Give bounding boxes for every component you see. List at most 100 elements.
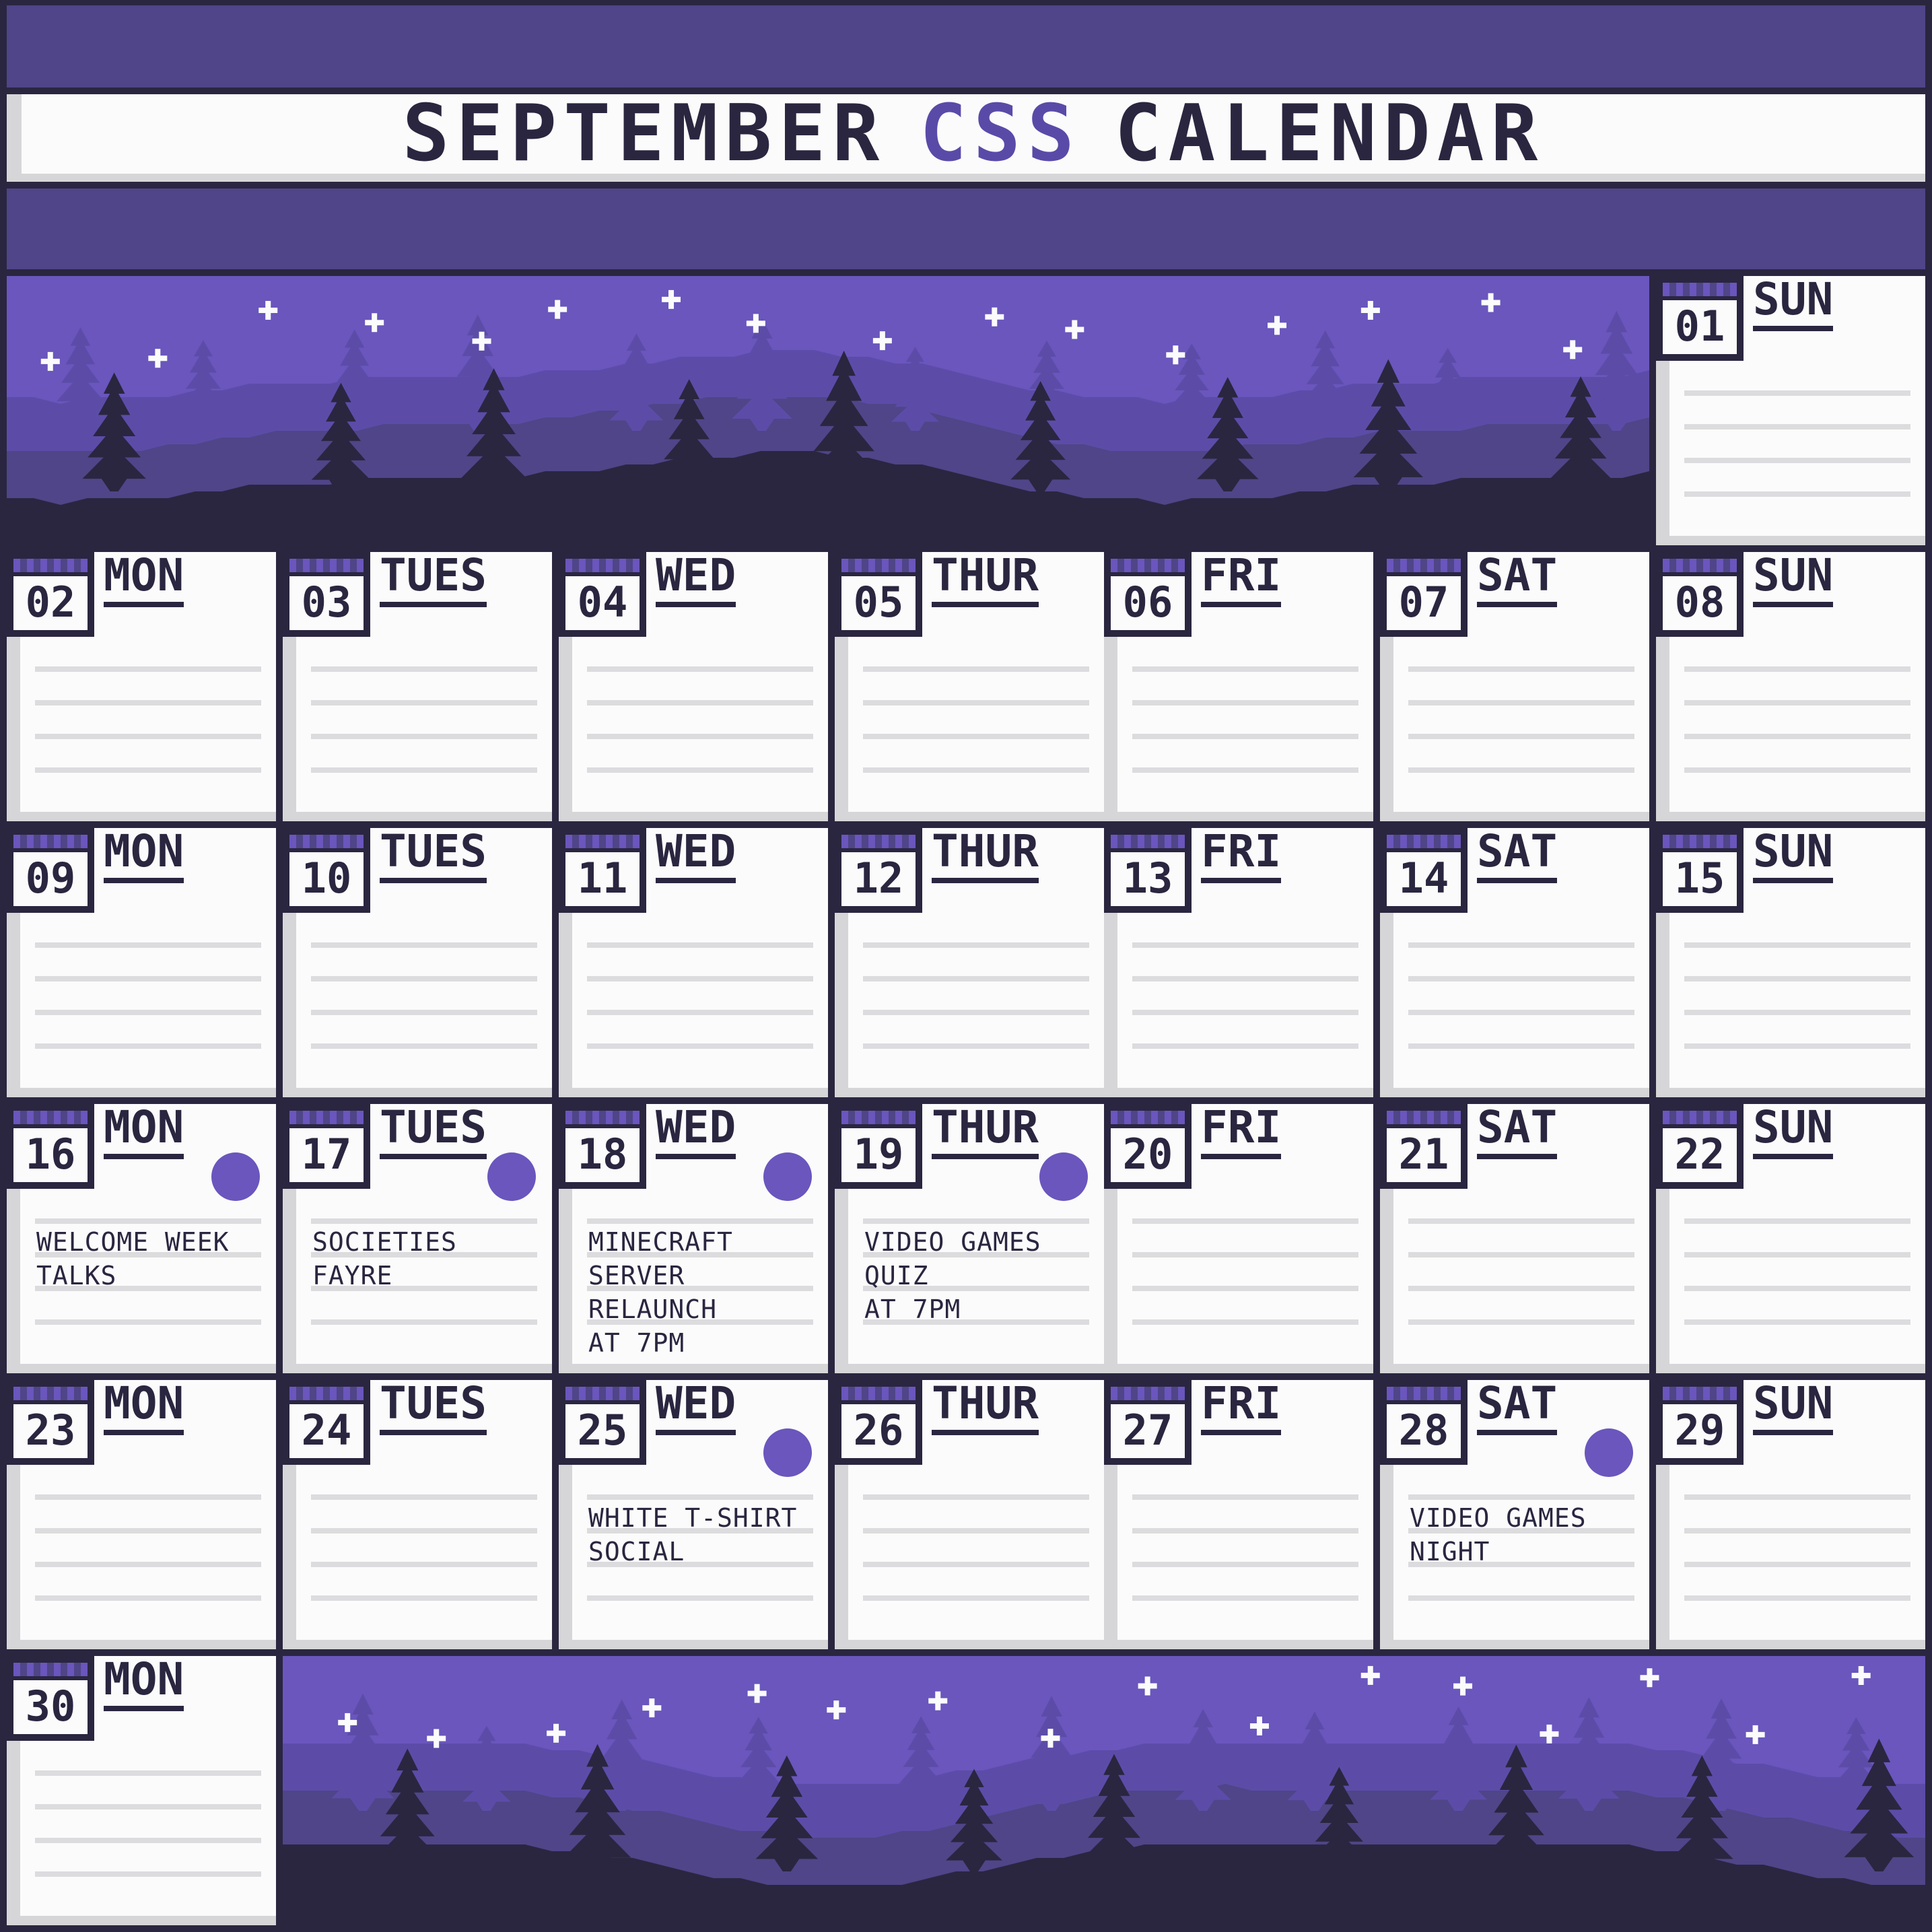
night-forest-banner-top: [7, 276, 1649, 545]
ruled-lines: [863, 942, 1089, 1064]
day-cell[interactable]: 08 SUN: [1656, 552, 1925, 821]
calendar-date-icon: 15: [1656, 828, 1744, 913]
date-number: 21: [1398, 1130, 1449, 1179]
day-cell[interactable]: 06 FRI: [1104, 552, 1373, 821]
weekday-label: SUN: [1753, 829, 1834, 883]
date-number: 13: [1122, 854, 1173, 903]
ruled-lines: [35, 1770, 261, 1892]
day-cell[interactable]: 02 MON: [7, 552, 276, 821]
date-number: 24: [301, 1406, 352, 1455]
day-cell[interactable]: 11 WED: [559, 828, 828, 1097]
day-cell[interactable]: 24 TUES: [283, 1380, 552, 1649]
date-number: 10: [301, 854, 352, 903]
ruled-lines: [35, 666, 261, 788]
calendar-date-icon: 16: [7, 1104, 94, 1189]
day-cell[interactable]: 05 THUR: [835, 552, 1104, 821]
weekday-label: MON: [104, 1657, 184, 1711]
calendar-date-icon: 13: [1104, 828, 1192, 913]
day-cell[interactable]: 16 MON WELCOME WEEK TALKS: [7, 1104, 276, 1373]
ruled-lines: [1684, 390, 1910, 512]
day-cell[interactable]: 03 TUES: [283, 552, 552, 821]
calendar-date-icon: 23: [7, 1380, 94, 1465]
day-cell[interactable]: 19 THUR VIDEO GAMES QUIZ AT 7PM: [835, 1104, 1104, 1373]
day-cell[interactable]: 01 SUN: [1656, 276, 1925, 545]
ruled-lines: [1684, 942, 1910, 1064]
day-cell[interactable]: 10 TUES: [283, 828, 552, 1097]
ruled-lines: [863, 1494, 1089, 1616]
title-month: SEPTEMBER: [402, 88, 887, 179]
date-number: 07: [1398, 578, 1449, 627]
day-cell[interactable]: 20 FRI: [1104, 1104, 1373, 1373]
day-cell[interactable]: 15 SUN: [1656, 828, 1925, 1097]
date-number: 14: [1398, 854, 1449, 903]
calendar-date-icon: 10: [283, 828, 370, 913]
day-cell[interactable]: 07 SAT: [1380, 552, 1649, 821]
weekday-label: WED: [656, 553, 736, 607]
calendar-date-icon: 27: [1104, 1380, 1192, 1465]
header-band-top: [7, 5, 1925, 88]
date-number: 06: [1122, 578, 1173, 627]
weekday-label: TUES: [380, 553, 487, 607]
forest-svg: [283, 1656, 1925, 1925]
ruled-lines: [587, 942, 813, 1064]
date-number: 26: [853, 1406, 904, 1455]
date-number: 09: [25, 854, 76, 903]
ruled-lines: [311, 666, 537, 788]
date-number: 04: [577, 578, 628, 627]
calendar-date-icon: 14: [1380, 828, 1468, 913]
date-number: 05: [853, 578, 904, 627]
forest-svg: [7, 276, 1649, 545]
day-cell[interactable]: 29 SUN: [1656, 1380, 1925, 1649]
calendar-date-icon: 29: [1656, 1380, 1744, 1465]
weekday-label: SUN: [1753, 277, 1834, 331]
day-cell[interactable]: 21 SAT: [1380, 1104, 1649, 1373]
title-calendar: CALENDAR: [1114, 88, 1545, 179]
event-dot-icon: [487, 1152, 536, 1201]
ruled-lines: [863, 666, 1089, 788]
day-cell[interactable]: 27 FRI: [1104, 1380, 1373, 1649]
event-text: WELCOME WEEK TALKS: [36, 1227, 230, 1290]
day-cell[interactable]: 22 SUN: [1656, 1104, 1925, 1373]
calendar-date-icon: 07: [1380, 552, 1468, 637]
ruled-lines: [35, 942, 261, 1064]
calendar-date-icon: 03: [283, 552, 370, 637]
weekday-label: SAT: [1477, 1105, 1558, 1159]
date-number: 16: [25, 1130, 76, 1179]
day-cell[interactable]: 30 MON: [7, 1656, 276, 1925]
day-cell[interactable]: 23 MON: [7, 1380, 276, 1649]
date-number: 15: [1674, 854, 1725, 903]
weekday-label: TUES: [380, 1105, 487, 1159]
weekday-label: SAT: [1477, 829, 1558, 883]
date-number: 19: [853, 1130, 904, 1179]
calendar-date-icon: 20: [1104, 1104, 1192, 1189]
weekday-label: FRI: [1201, 1105, 1282, 1159]
event-text: VIDEO GAMES QUIZ AT 7PM: [864, 1227, 1041, 1324]
day-cell[interactable]: 28 SAT VIDEO GAMES NIGHT: [1380, 1380, 1649, 1649]
day-cell[interactable]: 18 WED MINECRAFT SERVER RELAUNCH AT 7PM: [559, 1104, 828, 1373]
title-css: CSS: [920, 88, 1081, 179]
day-cell[interactable]: 09 MON: [7, 828, 276, 1097]
weekday-label: FRI: [1201, 553, 1282, 607]
day-cell[interactable]: 14 SAT: [1380, 828, 1649, 1097]
date-number: 11: [577, 854, 628, 903]
day-cell[interactable]: 17 TUES SOCIETIES FAYRE: [283, 1104, 552, 1373]
event-dot-icon: [211, 1152, 260, 1201]
day-cell[interactable]: 13 FRI: [1104, 828, 1373, 1097]
weekday-label: WED: [656, 1381, 736, 1435]
weekday-label: FRI: [1201, 829, 1282, 883]
day-cell[interactable]: 04 WED: [559, 552, 828, 821]
ruled-lines: [1132, 666, 1358, 788]
day-cell[interactable]: 26 THUR: [835, 1380, 1104, 1649]
weekday-label: THUR: [932, 829, 1039, 883]
day-cell[interactable]: 25 WED WHITE T-SHIRT SOCIAL: [559, 1380, 828, 1649]
calendar-date-icon: 12: [835, 828, 922, 913]
date-number: 08: [1674, 578, 1725, 627]
day-cell[interactable]: 12 THUR: [835, 828, 1104, 1097]
ruled-lines: [35, 1494, 261, 1616]
date-number: 29: [1674, 1406, 1725, 1455]
ruled-lines: [1408, 666, 1634, 788]
ruled-lines: [1408, 1218, 1634, 1340]
calendar-date-icon: 11: [559, 828, 646, 913]
date-number: 17: [301, 1130, 352, 1179]
date-number: 01: [1674, 302, 1725, 351]
